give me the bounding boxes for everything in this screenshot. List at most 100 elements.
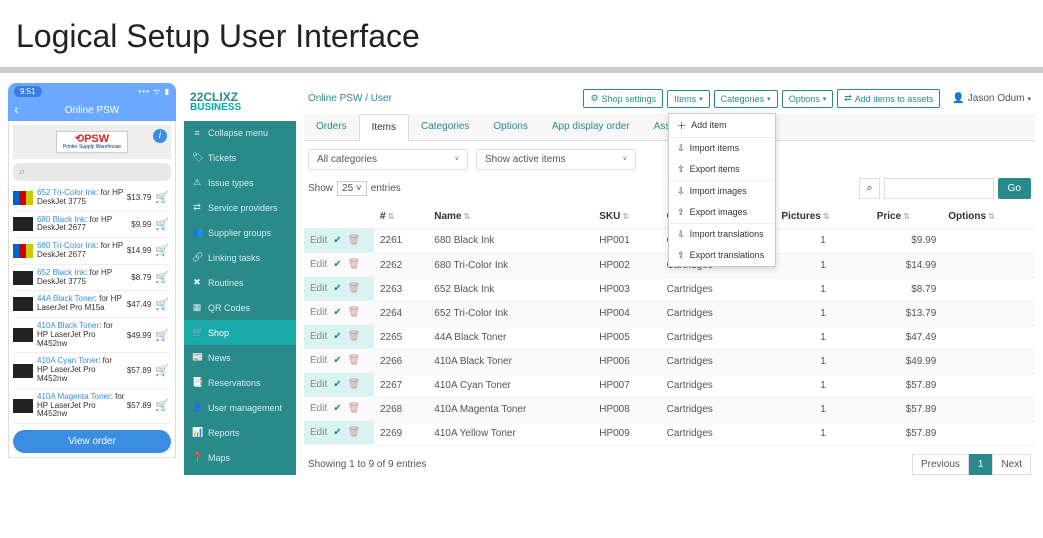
edit-link[interactable]: Edit: [310, 235, 327, 246]
delete-icon[interactable]: 🗑: [348, 427, 361, 438]
check-icon[interactable]: ✔: [333, 235, 341, 246]
dropdown-item[interactable]: ⇧Export images: [669, 202, 775, 223]
cart-icon[interactable]: 🛒: [153, 271, 171, 284]
view-order-button[interactable]: View order: [13, 430, 171, 453]
page-size-select[interactable]: 25 ˅: [337, 181, 367, 196]
edit-link[interactable]: Edit: [310, 283, 327, 294]
prev-button[interactable]: Previous: [912, 454, 969, 475]
col-#[interactable]: #⇅: [374, 205, 428, 229]
cart-icon[interactable]: 🛒: [153, 244, 171, 257]
dropdown-item[interactable]: ⇩Import translations: [669, 224, 775, 245]
caret-down-icon: ▾: [699, 95, 703, 103]
dropdown-item[interactable]: ⇧Export items: [669, 159, 775, 180]
check-icon[interactable]: ✔: [333, 307, 341, 318]
cart-icon[interactable]: 🛒: [153, 218, 171, 231]
row-actions: Edit ✔ 🗑: [304, 349, 374, 373]
cart-icon[interactable]: 🛒: [153, 329, 171, 342]
delete-icon[interactable]: 🗑: [348, 307, 361, 318]
cart-icon[interactable]: 🛒: [153, 399, 171, 412]
edit-link[interactable]: Edit: [310, 259, 327, 270]
dropdown-item[interactable]: ＋Add item: [669, 114, 775, 137]
sidebar-item-collapse-menu[interactable]: ≡Collapse menu: [184, 121, 296, 145]
search-input[interactable]: [884, 178, 994, 199]
phone-list-item[interactable]: 410A Cyan Toner: for HP LaserJet Pro M45…: [13, 353, 171, 388]
phone-list-item[interactable]: 652 Black Ink: for HP DeskJet 3775 $8.79…: [13, 265, 171, 292]
search-button[interactable]: ⌕: [859, 178, 879, 199]
tab-orders[interactable]: Orders: [304, 114, 359, 140]
phone-list-item[interactable]: 652 Tri-Color Ink: for HP DeskJet 3775 $…: [13, 185, 171, 212]
col-actions[interactable]: [304, 205, 374, 229]
sidebar-item-service-providers[interactable]: ⇄Service providers: [184, 195, 296, 220]
edit-link[interactable]: Edit: [310, 403, 327, 414]
back-icon[interactable]: ‹: [14, 101, 19, 117]
check-icon[interactable]: ✔: [333, 379, 341, 390]
col-options[interactable]: Options⇅: [942, 205, 1035, 229]
sidebar-item-maps[interactable]: 📍Maps: [184, 445, 296, 470]
check-icon[interactable]: ✔: [333, 427, 341, 438]
next-button[interactable]: Next: [992, 454, 1031, 475]
go-button[interactable]: Go: [998, 178, 1031, 199]
sidebar-item-user-management[interactable]: 👤User management: [184, 395, 296, 420]
delete-icon[interactable]: 🗑: [348, 403, 361, 414]
cart-icon[interactable]: 🛒: [153, 191, 171, 204]
sidebar-item-shop[interactable]: 🛒Shop: [184, 320, 296, 345]
delete-icon[interactable]: 🗑: [348, 283, 361, 294]
tab-items[interactable]: Items: [359, 114, 409, 141]
categories-dropdown-button[interactable]: Categories ▾: [714, 90, 778, 108]
edit-link[interactable]: Edit: [310, 427, 327, 438]
col-name[interactable]: Name⇅: [428, 205, 593, 229]
sidebar-item-issue-types[interactable]: ⚠Issue types: [184, 170, 296, 195]
sidebar-item-routines[interactable]: ✖Routines: [184, 270, 296, 295]
phone-list-item[interactable]: 44A Black Toner: for HP LaserJet Pro M15…: [13, 291, 171, 318]
phone-search[interactable]: ⌕: [13, 163, 171, 181]
col-sku[interactable]: SKU⇅: [593, 205, 660, 229]
sidebar-item-supplier-groups[interactable]: 👥Supplier groups: [184, 220, 296, 245]
sidebar-item-reservations[interactable]: 📑Reservations: [184, 370, 296, 395]
phone-list-item[interactable]: 410A Magenta Toner: for HP LaserJet Pro …: [13, 389, 171, 424]
check-icon[interactable]: ✔: [333, 283, 341, 294]
status-filter[interactable]: Show active items˅: [476, 149, 636, 170]
sidebar-item-qr-codes[interactable]: ▦QR Codes: [184, 295, 296, 320]
col-pictures[interactable]: Pictures⇅: [775, 205, 870, 229]
delete-icon[interactable]: 🗑: [348, 379, 361, 390]
check-icon[interactable]: ✔: [333, 331, 341, 342]
phone-list-item[interactable]: 410A Black Toner: for HP LaserJet Pro M4…: [13, 318, 171, 353]
cell-name: 44A Black Toner: [428, 325, 593, 349]
breadcrumb[interactable]: Online PSW / User: [308, 93, 392, 104]
sidebar-item-tickets[interactable]: 🏷Tickets: [184, 145, 296, 170]
delete-icon[interactable]: 🗑: [348, 331, 361, 342]
sidebar-item-reports[interactable]: 📊Reports: [184, 420, 296, 445]
items-dropdown-button[interactable]: Items ▾ ＋Add item⇩Import items⇧Export it…: [667, 90, 710, 108]
edit-link[interactable]: Edit: [310, 379, 327, 390]
shop-settings-button[interactable]: ⚙ Shop settings: [583, 89, 663, 108]
edit-link[interactable]: Edit: [310, 307, 327, 318]
info-icon[interactable]: i: [153, 129, 167, 143]
phone-list-item[interactable]: 680 Tri-Color Ink: for HP DeskJet 2677 $…: [13, 238, 171, 265]
edit-link[interactable]: Edit: [310, 355, 327, 366]
options-dropdown-button[interactable]: Options ▾: [782, 90, 834, 108]
user-menu[interactable]: 👤 Jason Odum ▾: [944, 93, 1031, 104]
tab-app-display-order[interactable]: App display order: [540, 114, 642, 140]
page-1-button[interactable]: 1: [969, 454, 993, 475]
check-icon[interactable]: ✔: [333, 355, 341, 366]
check-icon[interactable]: ✔: [333, 403, 341, 414]
check-icon[interactable]: ✔: [333, 259, 341, 270]
phone-list-item[interactable]: 680 Black Ink: for HP DeskJet 2677 $9.99…: [13, 212, 171, 239]
dropdown-item[interactable]: ⇧Export translations: [669, 245, 775, 266]
col-price[interactable]: Price⇅: [871, 205, 943, 229]
tab-categories[interactable]: Categories: [409, 114, 481, 140]
delete-icon[interactable]: 🗑: [348, 355, 361, 366]
category-filter[interactable]: All categories˅: [308, 149, 468, 170]
sidebar-item-linking-tasks[interactable]: 🔗Linking tasks: [184, 245, 296, 270]
add-items-to-assets-button[interactable]: ⇄ Add items to assets: [837, 89, 940, 108]
cart-icon[interactable]: 🛒: [153, 298, 171, 311]
dropdown-item[interactable]: ⇩Import images: [669, 181, 775, 202]
sidebar-item-news[interactable]: 📰News: [184, 345, 296, 370]
dropdown-item[interactable]: ⇩Import items: [669, 138, 775, 159]
cart-icon[interactable]: 🛒: [153, 364, 171, 377]
edit-link[interactable]: Edit: [310, 331, 327, 342]
phone-status-icons: ••• ᯤ ▮: [138, 86, 170, 97]
delete-icon[interactable]: 🗑: [348, 259, 361, 270]
delete-icon[interactable]: 🗑: [348, 235, 361, 246]
tab-options[interactable]: Options: [481, 114, 539, 140]
